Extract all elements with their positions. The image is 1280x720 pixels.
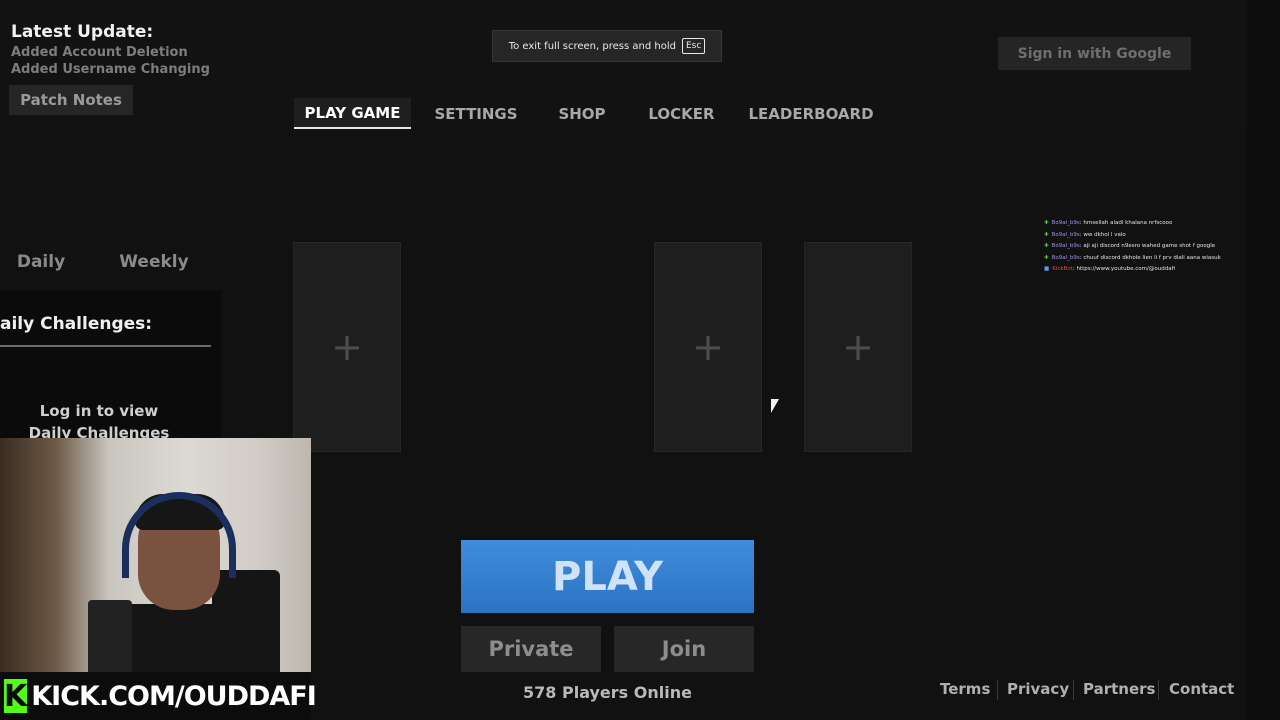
footer-separator: [997, 680, 998, 700]
footer-link-contact[interactable]: Contact: [1169, 680, 1234, 698]
private-button[interactable]: Private: [461, 626, 601, 672]
chat-message: ✚ Bo9al_b9s: ww dkhol l valo: [1044, 230, 1244, 242]
badge-icon: ✚: [1044, 220, 1049, 226]
chat-text: : chuuf discord dkhole lien li f prv dia…: [1079, 254, 1221, 261]
plus-icon: +: [842, 325, 874, 369]
badge-icon: ✚: [1044, 231, 1049, 238]
toast-text: To exit full screen, press and hold: [508, 40, 676, 52]
loadout-slot[interactable]: +: [804, 242, 912, 452]
play-button[interactable]: PLAY: [461, 540, 754, 613]
tab-locker[interactable]: LOCKER: [643, 98, 720, 129]
challenge-tab-daily[interactable]: Daily: [6, 248, 76, 276]
plus-icon: +: [692, 325, 724, 369]
badge-icon: ✚: [1044, 243, 1049, 249]
chat-text: : hmsellah aladi khalana nrfscooo: [1079, 220, 1173, 226]
chat-message: ✚ Bo9al_b9s: hmsellah aladi khalana nrfsc…: [1044, 218, 1244, 230]
tab-play-game[interactable]: PLAY GAME: [294, 98, 411, 129]
challenge-tab-weekly[interactable]: Weekly: [110, 248, 198, 276]
mouse-cursor-icon: [771, 399, 779, 413]
chat-user: Bo9al_b9s: [1051, 243, 1080, 249]
google-signin-button[interactable]: Sign in with Google: [998, 37, 1191, 70]
chat-text: : https://www.youtube.com/@ouddafi: [1072, 266, 1176, 272]
chat-user: Bo9al_b9s: [1051, 254, 1080, 261]
update-line: Added Username Changing: [11, 62, 210, 77]
chat-user: Bo9al_b9s: [1051, 220, 1080, 226]
chat-user: Bo9al_b9s: [1051, 231, 1080, 238]
latest-update-title: Latest Update:: [11, 22, 154, 42]
kick-url: KICK.COM/OUDDAFI: [31, 680, 317, 712]
loadout-slot[interactable]: +: [293, 242, 401, 452]
bot-icon: ■: [1044, 266, 1050, 272]
window-edge: [1246, 0, 1280, 720]
login-line: Log in to view: [39, 402, 159, 420]
tab-leaderboard[interactable]: LEADERBOARD: [746, 98, 876, 129]
loadout-slot[interactable]: +: [654, 242, 762, 452]
chat-message: ■ KickBot: https://www.youtube.com/@oudda…: [1044, 264, 1244, 276]
players-online-count: 578 Players Online: [523, 683, 692, 702]
stream-chat-overlay: ✚ Bo9al_b9s: hmsellah aladi khalana nrfsc…: [1044, 218, 1244, 276]
chat-message: ✚ Bo9al_b9s: aji aji discord n9esro wahed…: [1044, 241, 1244, 253]
footer-separator: [1073, 680, 1074, 700]
challenges-divider: [0, 345, 211, 347]
chat-message: ✚ Bo9al_b9s: chuuf discord dkhole lien li…: [1044, 253, 1244, 265]
tab-shop[interactable]: SHOP: [552, 98, 612, 129]
tab-settings[interactable]: SETTINGS: [430, 98, 522, 129]
microphone-icon: [88, 600, 132, 682]
patch-notes-button[interactable]: Patch Notes: [9, 85, 133, 115]
badge-icon: ✚: [1044, 254, 1049, 261]
chat-text: : ww dkhol l valo: [1079, 231, 1126, 238]
fullscreen-exit-toast: To exit full screen, press and hold Esc: [492, 30, 722, 62]
kick-watermark: K KICK.COM/OUDDAFI: [0, 672, 317, 720]
join-button[interactable]: Join: [614, 626, 754, 672]
esc-key-badge: Esc: [681, 38, 706, 54]
chat-user: KickBot: [1052, 266, 1073, 272]
update-line: Added Account Deletion: [11, 45, 188, 60]
footer-separator: [1158, 680, 1159, 700]
chat-text: : aji aji discord n9esro wahed game shot…: [1079, 243, 1216, 249]
plus-icon: +: [331, 325, 363, 369]
footer-link-terms[interactable]: Terms: [940, 680, 990, 698]
kick-logo-icon: K: [4, 678, 28, 714]
footer-link-partners[interactable]: Partners: [1083, 680, 1155, 698]
challenges-title: aily Challenges:: [0, 314, 153, 334]
footer-link-privacy[interactable]: Privacy: [1007, 680, 1069, 698]
